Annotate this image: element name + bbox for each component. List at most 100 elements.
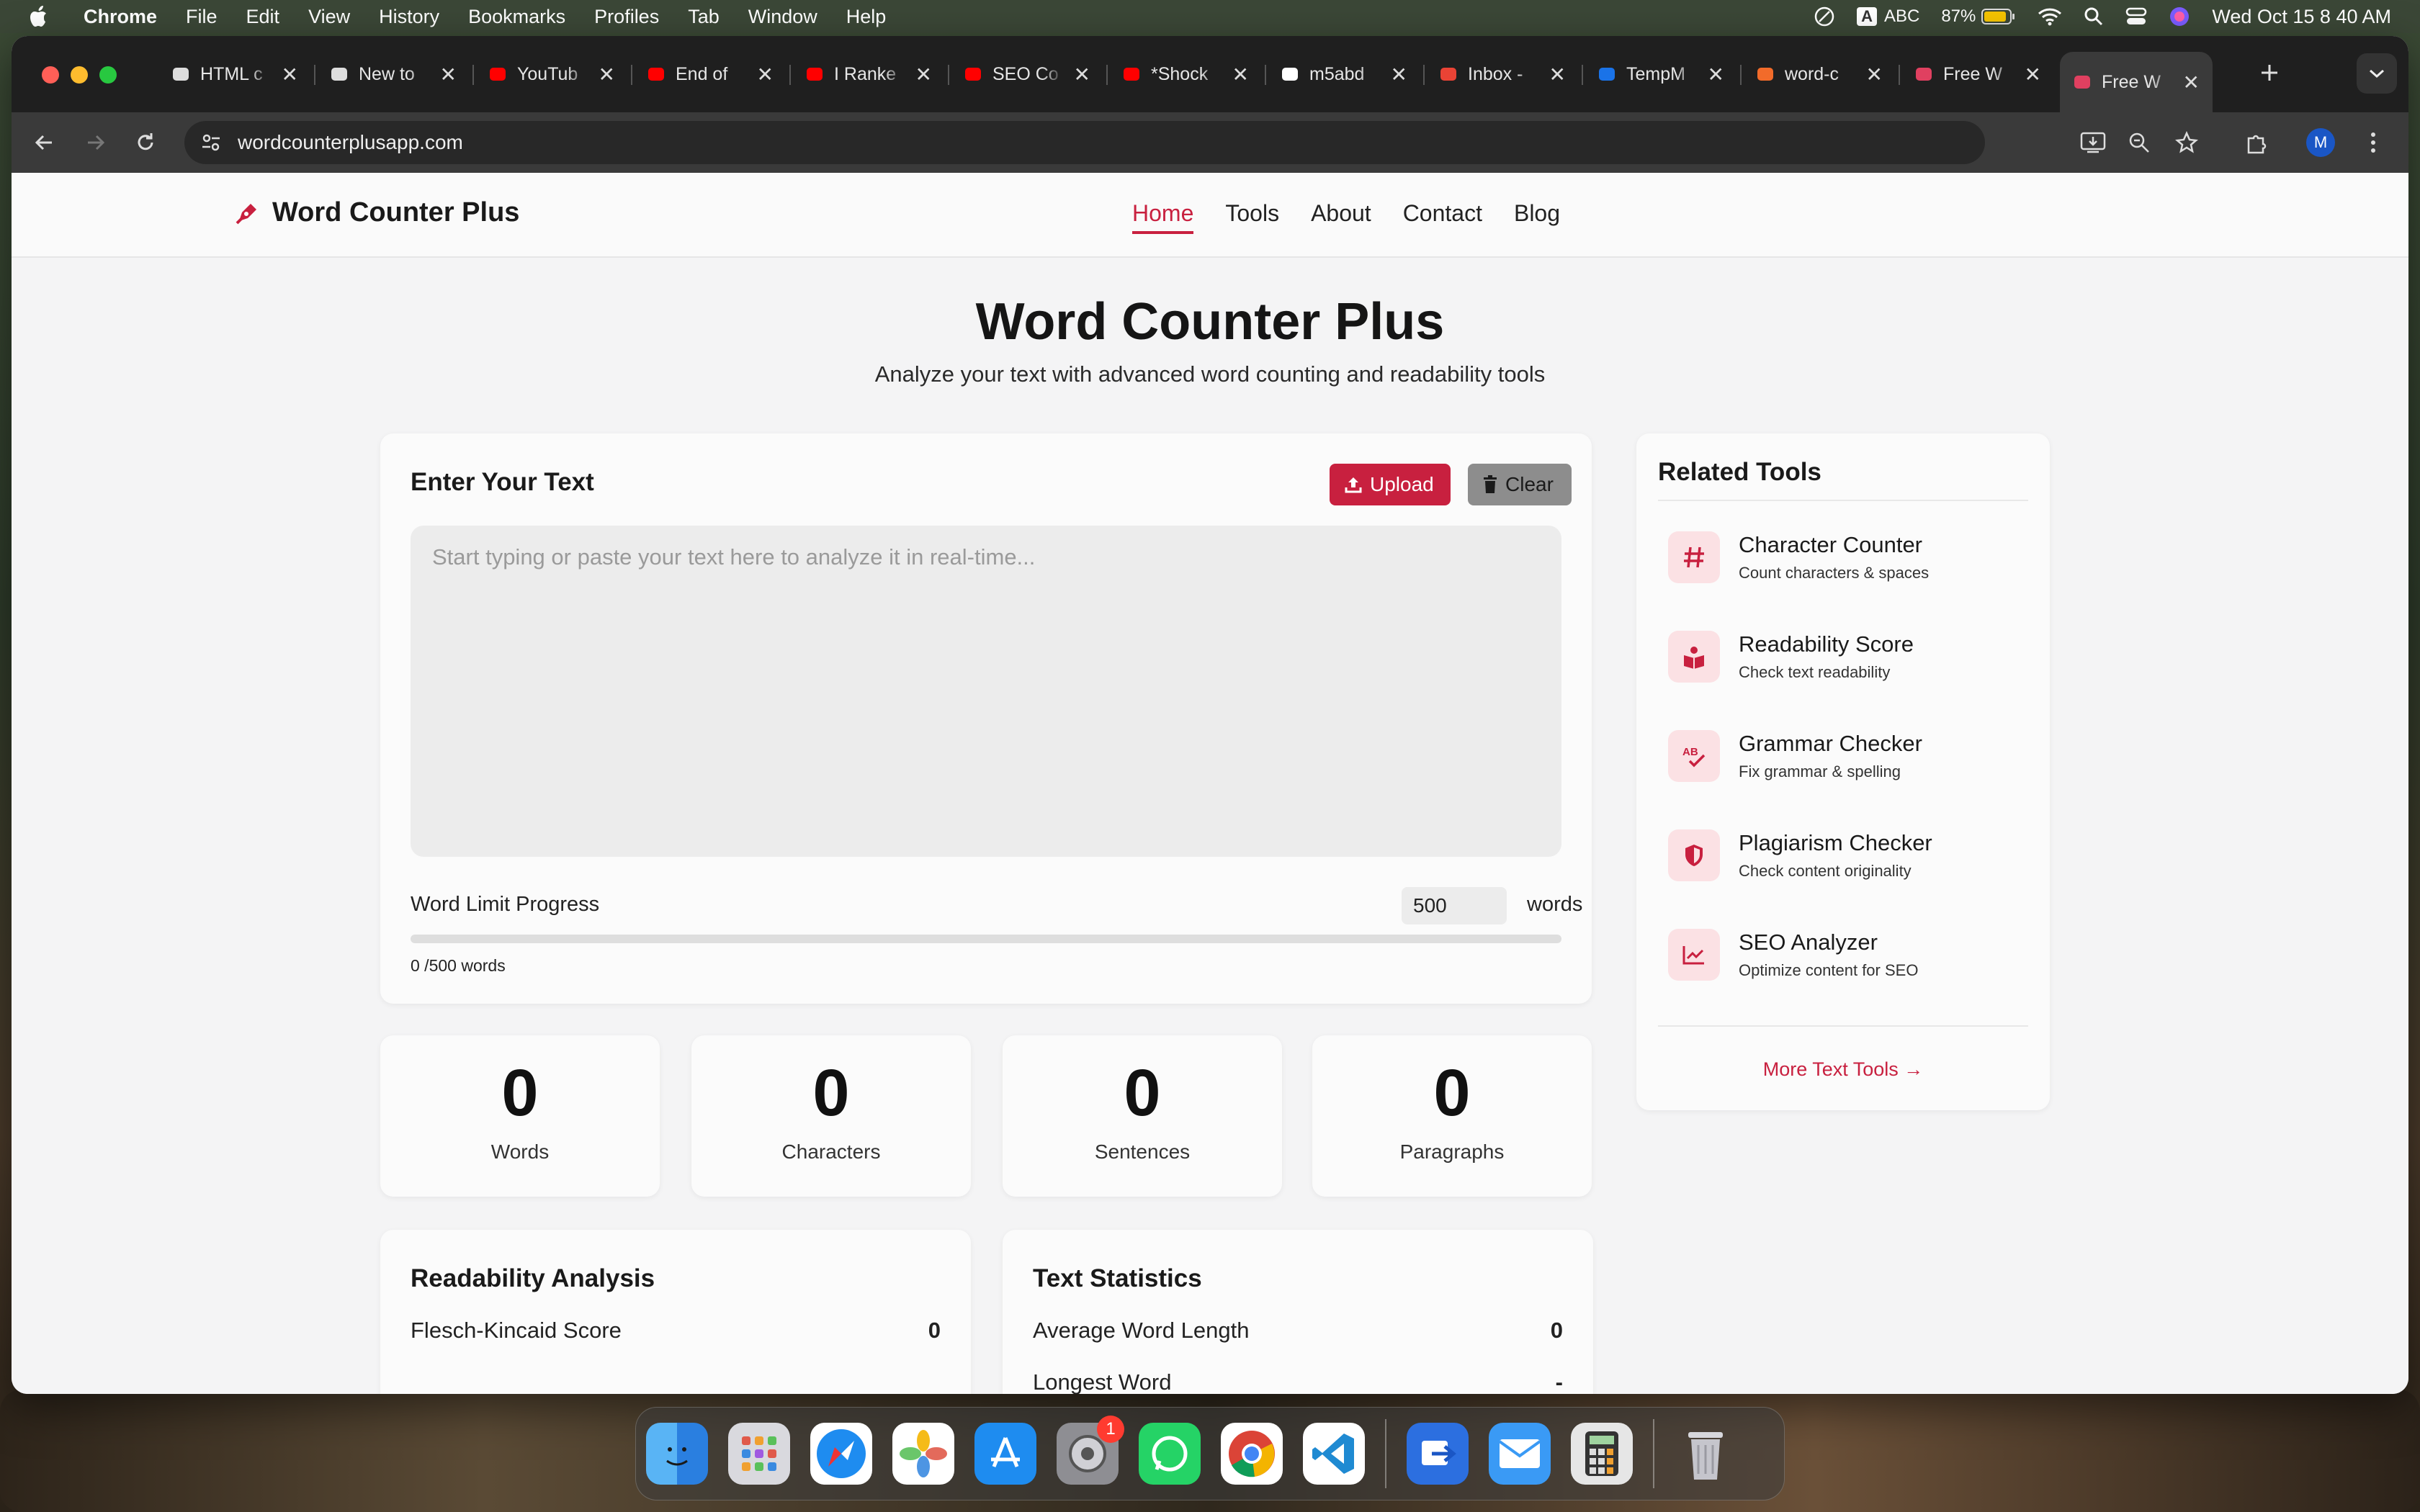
menu-tab[interactable]: Tab <box>688 6 720 28</box>
spotlight-search-icon[interactable] <box>2084 6 2104 27</box>
wifi-icon[interactable] <box>2038 7 2062 26</box>
browser-tab[interactable]: *Shock ✕ <box>1109 52 1262 96</box>
clear-button[interactable]: Clear <box>1468 464 1572 505</box>
reload-icon[interactable] <box>134 131 157 154</box>
close-tab-icon[interactable]: ✕ <box>1866 63 1883 86</box>
trash-bin-icon[interactable] <box>1675 1423 1736 1485</box>
tool-plagiarism-checker[interactable]: Plagiarism Checker Check content original… <box>1668 829 1932 881</box>
tool-readability-score[interactable]: Readability Score Check text readability <box>1668 631 1914 683</box>
new-tab-icon[interactable] <box>2259 62 2280 84</box>
chrome-icon[interactable] <box>1221 1423 1283 1485</box>
close-tab-icon[interactable]: ✕ <box>1232 63 1249 86</box>
browser-tab[interactable]: Free W ✕ <box>1901 52 2054 96</box>
word-limit-label: Word Limit Progress <box>411 893 600 916</box>
browser-tab[interactable]: I Ranke ✕ <box>792 52 945 96</box>
browser-tab[interactable]: SEO Co ✕ <box>951 52 1103 96</box>
zoom-icon[interactable] <box>2128 131 2151 154</box>
launchpad-icon[interactable] <box>728 1423 790 1485</box>
close-tab-icon[interactable]: ✕ <box>2183 71 2200 94</box>
photos-icon[interactable] <box>892 1423 954 1485</box>
nav-about[interactable]: About <box>1311 200 1371 234</box>
browser-tab[interactable]: Inbox - ✕ <box>1426 52 1579 96</box>
text-input[interactable] <box>411 526 1561 857</box>
site-logo[interactable]: Word Counter Plus <box>233 197 519 228</box>
tab-search-icon[interactable] <box>2357 53 2397 94</box>
install-app-icon[interactable] <box>2080 131 2106 154</box>
back-icon[interactable] <box>33 131 56 154</box>
battery-status[interactable]: 87% <box>1941 6 2016 27</box>
mail-icon[interactable] <box>1489 1423 1551 1485</box>
close-tab-icon[interactable]: ✕ <box>440 63 457 86</box>
browser-tab[interactable]: m5abd ✕ <box>1268 52 1420 96</box>
upload-button[interactable]: Upload <box>1330 464 1451 505</box>
profile-avatar[interactable]: M <box>2306 128 2335 157</box>
zoom-window-button[interactable] <box>99 66 117 84</box>
browser-tab[interactable]: End of ✕ <box>634 52 786 96</box>
vscode-icon[interactable] <box>1303 1423 1365 1485</box>
apple-icon[interactable] <box>29 5 50 28</box>
browser-tab[interactable]: TempM ✕ <box>1585 52 1737 96</box>
tool-character-counter[interactable]: Character Counter Count characters & spac… <box>1668 531 1929 583</box>
finder-icon[interactable] <box>646 1423 708 1485</box>
nav-home[interactable]: Home <box>1132 200 1194 234</box>
close-window-button[interactable] <box>42 66 59 84</box>
bookmark-star-icon[interactable] <box>2175 131 2198 154</box>
close-tab-icon[interactable]: ✕ <box>1549 63 1566 86</box>
whatsapp-icon[interactable] <box>1139 1423 1201 1485</box>
input-source[interactable]: A ABC <box>1857 6 1919 27</box>
siri-icon[interactable] <box>2169 6 2190 27</box>
browser-tab[interactable]: HTML c ✕ <box>158 52 311 96</box>
menu-view[interactable]: View <box>308 6 350 28</box>
forward-icon[interactable] <box>84 131 107 154</box>
close-tab-icon[interactable]: ✕ <box>915 63 932 86</box>
close-tab-icon[interactable]: ✕ <box>282 63 298 86</box>
calculator-icon[interactable] <box>1571 1423 1633 1485</box>
address-bar[interactable]: wordcounterplusapp.com <box>184 121 1985 164</box>
browser-tab[interactable]: YouTub ✕ <box>475 52 628 96</box>
accessibility-icon[interactable] <box>1814 6 1835 27</box>
close-tab-icon[interactable]: ✕ <box>757 63 774 86</box>
more-tools-link[interactable]: More Text Tools → <box>1636 1058 2050 1081</box>
clock[interactable]: Wed Oct 15 8 40 AM <box>2212 6 2391 28</box>
menu-app-name[interactable]: Chrome <box>84 6 157 28</box>
menu-history[interactable]: History <box>379 6 439 28</box>
nav-contact[interactable]: Contact <box>1403 200 1482 234</box>
app-store-icon[interactable] <box>974 1423 1036 1485</box>
safari-icon[interactable] <box>810 1423 872 1485</box>
menu-bookmarks[interactable]: Bookmarks <box>468 6 565 28</box>
stat-card-characters: 0 Characters <box>691 1035 971 1197</box>
readability-heading: Readability Analysis <box>411 1264 655 1292</box>
url-text[interactable]: wordcounterplusapp.com <box>238 131 463 154</box>
menu-profiles[interactable]: Profiles <box>594 6 659 28</box>
minimize-window-button[interactable] <box>71 66 88 84</box>
system-settings-icon[interactable]: 1 <box>1057 1416 1124 1485</box>
tool-desc: Count characters & spaces <box>1739 564 1930 582</box>
nav-tools[interactable]: Tools <box>1225 200 1279 234</box>
chrome-menu-icon[interactable] <box>2370 131 2377 154</box>
close-tab-icon[interactable]: ✕ <box>1708 63 1724 86</box>
tool-seo-analyzer[interactable]: SEO Analyzer Optimize content for SEO <box>1668 929 1918 981</box>
browser-tab[interactable]: New to ✕ <box>317 52 470 96</box>
word-limit-input[interactable] <box>1402 887 1507 924</box>
tool-grammar-checker[interactable]: AB Grammar Checker Fix grammar & spelling <box>1668 730 1922 782</box>
migration-assistant-icon[interactable] <box>1407 1423 1469 1485</box>
extensions-icon[interactable] <box>2244 131 2269 156</box>
row-label: Longest Word <box>1033 1369 1172 1394</box>
site-info-icon[interactable] <box>200 132 222 153</box>
menu-window[interactable]: Window <box>748 6 817 28</box>
browser-window: HTML c ✕ New to ✕ YouTub ✕ End of ✕ I Ranke ✕ SEO … <box>12 36 2408 1394</box>
browser-tab[interactable]: Free W ✕ <box>2060 52 2213 112</box>
control-center-icon[interactable] <box>2125 6 2147 27</box>
stat-value: 0 <box>501 1056 539 1130</box>
close-tab-icon[interactable]: ✕ <box>599 63 615 86</box>
menu-edit[interactable]: Edit <box>246 6 280 28</box>
nav-blog[interactable]: Blog <box>1514 200 1560 234</box>
menu-file[interactable]: File <box>186 6 218 28</box>
page-subtitle: Analyze your text with advanced word cou… <box>874 361 1546 387</box>
grid-icon <box>1756 65 1775 84</box>
close-tab-icon[interactable]: ✕ <box>2025 63 2041 86</box>
browser-tab[interactable]: word-c ✕ <box>1743 52 1896 96</box>
close-tab-icon[interactable]: ✕ <box>1074 63 1090 86</box>
close-tab-icon[interactable]: ✕ <box>1391 63 1407 86</box>
menu-help[interactable]: Help <box>846 6 887 28</box>
